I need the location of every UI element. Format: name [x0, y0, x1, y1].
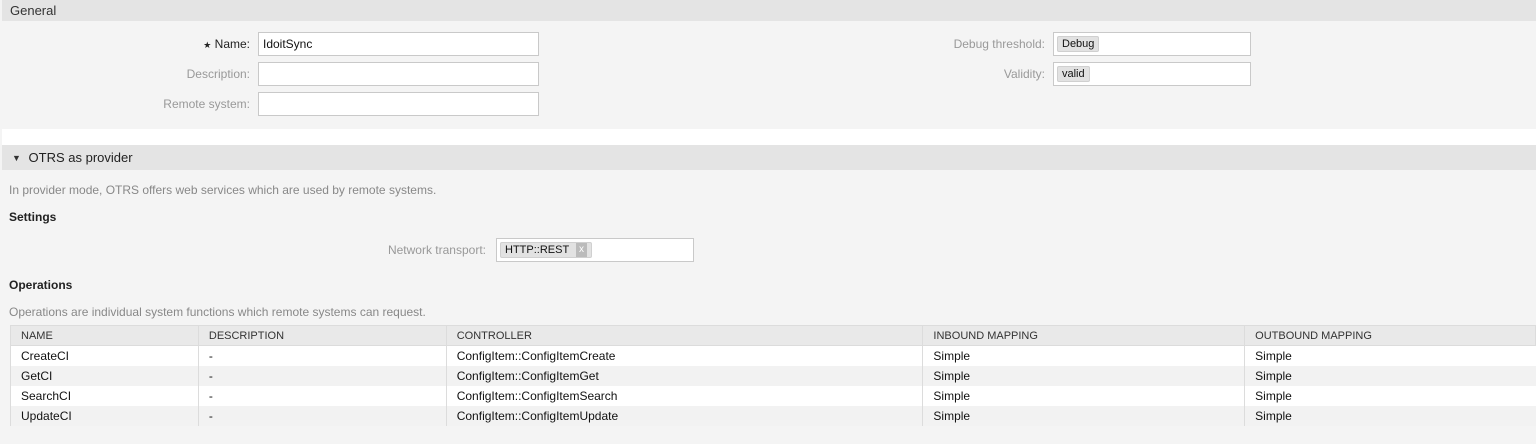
debug-threshold-select[interactable]: Debug	[1053, 32, 1251, 56]
table-row[interactable]: UpdateCI - ConfigItem::ConfigItemUpdate …	[10, 405, 1536, 426]
operation-description: -	[197, 345, 447, 366]
provider-title: OTRS as provider	[28, 150, 133, 165]
remote-system-label: Remote system:	[163, 97, 250, 111]
operation-description: -	[197, 365, 447, 386]
debug-threshold-value: Debug	[1057, 36, 1100, 52]
column-header[interactable]: OUTBOUND MAPPING	[1244, 325, 1536, 346]
operations-intro: Operations are individual system functio…	[9, 305, 426, 319]
operations-table-header: NAME DESCRIPTION CONTROLLER INBOUND MAPP…	[10, 325, 1536, 346]
operation-name[interactable]: SearchCI	[10, 385, 199, 406]
network-transport-tag: HTTP::REST x	[500, 242, 593, 258]
column-header[interactable]: CONTROLLER	[445, 325, 924, 346]
operation-controller: ConfigItem::ConfigItemGet	[445, 365, 923, 386]
operation-controller: ConfigItem::ConfigItemSearch	[445, 385, 923, 406]
operation-controller: ConfigItem::ConfigItemCreate	[445, 345, 923, 366]
operation-inbound: Simple	[922, 345, 1245, 366]
required-star-icon: ★	[203, 40, 212, 50]
validity-value: valid	[1057, 66, 1090, 82]
debug-threshold-label: Debug threshold:	[953, 37, 1045, 51]
operation-outbound: Simple	[1244, 365, 1536, 386]
operation-name[interactable]: CreateCI	[10, 345, 199, 366]
provider-section-header[interactable]: ▼ OTRS as provider	[2, 145, 1536, 170]
operation-outbound: Simple	[1244, 385, 1536, 406]
operation-name[interactable]: GetCI	[10, 365, 199, 386]
name-label: ★ Name:	[203, 37, 250, 51]
operations-heading: Operations	[9, 278, 73, 292]
operation-outbound: Simple	[1244, 405, 1536, 426]
network-transport-label: Network transport:	[387, 243, 486, 257]
operation-inbound: Simple	[922, 365, 1245, 386]
column-header[interactable]: DESCRIPTION	[197, 325, 447, 346]
general-section: ★ Name: Description: Remote system: Debu…	[2, 21, 1536, 129]
settings-heading: Settings	[9, 210, 57, 224]
name-input[interactable]	[258, 32, 539, 56]
provider-intro: In provider mode, OTRS offers web servic…	[9, 183, 437, 197]
network-transport-value: HTTP::REST	[505, 244, 569, 256]
operation-inbound: Simple	[922, 405, 1245, 426]
provider-section: In provider mode, OTRS offers web servic…	[2, 170, 1536, 443]
general-title: General	[10, 3, 57, 18]
column-header[interactable]: NAME	[10, 325, 199, 346]
operation-description: -	[197, 405, 447, 426]
table-row[interactable]: GetCI - ConfigItem::ConfigItemGet Simple…	[10, 365, 1536, 386]
remove-icon[interactable]: x	[576, 243, 588, 257]
operation-controller: ConfigItem::ConfigItemUpdate	[445, 405, 923, 426]
operation-name[interactable]: UpdateCI	[10, 405, 199, 426]
general-section-header: General	[2, 0, 1536, 21]
validity-select[interactable]: valid	[1053, 62, 1251, 86]
remote-system-input[interactable]	[258, 92, 539, 116]
description-input[interactable]	[258, 62, 539, 86]
operation-outbound: Simple	[1244, 345, 1536, 366]
table-row[interactable]: SearchCI - ConfigItem::ConfigItemSearch …	[10, 385, 1536, 406]
column-header[interactable]: INBOUND MAPPING	[922, 325, 1246, 346]
table-row[interactable]: CreateCI - ConfigItem::ConfigItemCreate …	[10, 345, 1536, 366]
operation-description: -	[197, 385, 447, 406]
network-transport-select[interactable]: HTTP::REST x	[496, 238, 694, 262]
section-divider	[2, 129, 1536, 145]
description-label: Description:	[186, 67, 250, 81]
operations-table: NAME DESCRIPTION CONTROLLER INBOUND MAPP…	[10, 325, 1536, 426]
validity-label: Validity:	[1003, 67, 1045, 81]
caret-down-icon: ▼	[12, 153, 21, 163]
operation-inbound: Simple	[922, 385, 1245, 406]
